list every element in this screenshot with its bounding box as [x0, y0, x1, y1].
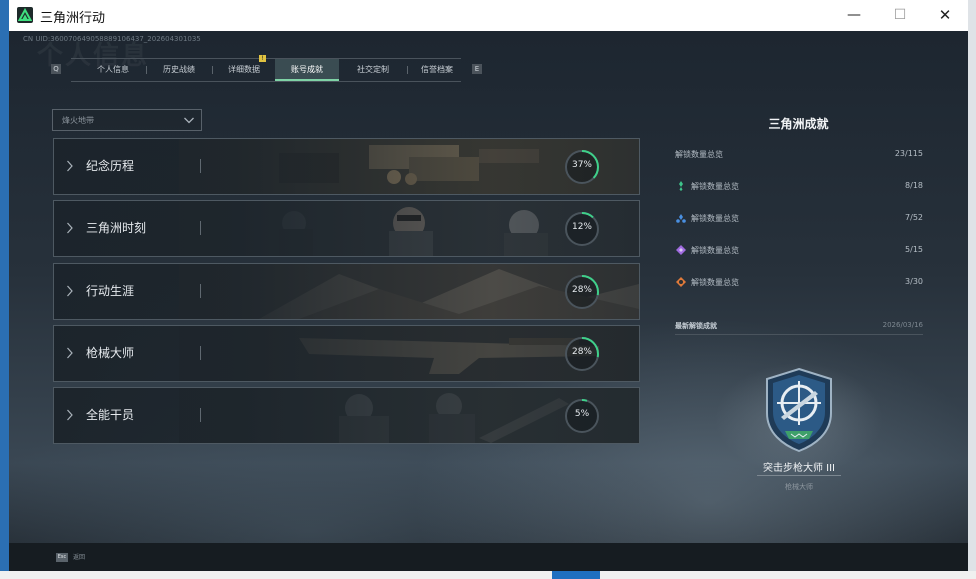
- category-row-delta-moments[interactable]: 三角洲时刻 12%: [53, 200, 640, 257]
- back-button-label[interactable]: 返回: [73, 553, 85, 562]
- category-unlock-label: 解锁数量总览: [691, 214, 739, 223]
- progress-text: 5%: [574, 409, 590, 419]
- purple-medal-icon: [676, 245, 686, 255]
- divider: [675, 334, 923, 335]
- category-unlock-value: 8/18: [905, 181, 923, 190]
- chevron-down-icon: [183, 112, 195, 131]
- row-divider: [200, 221, 201, 235]
- desktop-edge-bottom: [0, 571, 976, 579]
- tab-social[interactable]: 社交定制: [339, 59, 407, 81]
- row-divider: [200, 408, 201, 422]
- achievements-title: 三角洲成就: [768, 117, 829, 131]
- category-name: 纪念历程: [86, 159, 135, 173]
- divider: [757, 475, 841, 476]
- game-viewport: 个人信息 CN UID:360070649058889106437_202604…: [9, 31, 968, 571]
- app-logo-icon: [17, 7, 33, 23]
- window-title: 三角洲行动: [40, 11, 106, 26]
- row-overlay: [54, 388, 639, 443]
- minimize-button[interactable]: —: [831, 0, 877, 31]
- orange-medal-icon: [676, 277, 686, 287]
- category-name: 全能干员: [86, 408, 135, 422]
- filter-value: 烽火地带: [62, 116, 94, 125]
- tab-bar: 个人信息 历史战绩 详细数据 账号成就 社交定制 信誉档案: [71, 58, 461, 82]
- category-name: 枪械大师: [86, 346, 135, 360]
- latest-achievement-name: 突击步枪大师 III: [762, 463, 836, 474]
- desktop-edge-left: [0, 0, 9, 579]
- tab-history[interactable]: 历史战绩: [147, 59, 211, 81]
- green-medal-icon: [679, 181, 683, 191]
- row-overlay: [54, 326, 639, 381]
- category-unlock-value: 7/52: [905, 213, 923, 222]
- latest-achievement-category: 枪械大师: [785, 483, 813, 491]
- row-divider: [200, 346, 201, 360]
- category-unlock-label: 解锁数量总览: [691, 182, 739, 191]
- chevron-right-icon: [67, 347, 73, 359]
- maximize-button[interactable]: ☐: [877, 0, 923, 31]
- mode-filter-dropdown[interactable]: 烽火地带: [52, 109, 202, 131]
- row-divider: [200, 159, 201, 173]
- progress-text: 12%: [571, 222, 592, 232]
- desktop-edge-right: [968, 0, 976, 579]
- row-overlay: [54, 264, 639, 319]
- latest-unlock-label: 最新解锁成就: [675, 322, 717, 330]
- category-row-all-round-operator[interactable]: 全能干员 5%: [53, 387, 640, 444]
- tab-reputation[interactable]: 信誉档案: [408, 59, 466, 81]
- category-row-career[interactable]: 行动生涯 28%: [53, 263, 640, 320]
- nav-right-key[interactable]: E: [472, 64, 482, 74]
- row-overlay: [54, 139, 639, 194]
- category-name: 三角洲时刻: [86, 221, 147, 235]
- esc-key[interactable]: Esc: [56, 553, 68, 562]
- chevron-right-icon: [67, 409, 73, 421]
- total-unlocked-label: 解锁数量总览: [675, 150, 723, 159]
- category-unlock-value: 3/30: [905, 277, 923, 286]
- tab-detailed-data[interactable]: 详细数据: [213, 59, 275, 81]
- uid-text: CN UID:360070649058889106437_20260430103…: [23, 35, 201, 43]
- blue-medal-icon: [676, 214, 686, 223]
- category-row-weapon-master[interactable]: 枪械大师 28%: [53, 325, 640, 382]
- close-button[interactable]: ✕: [922, 0, 968, 31]
- latest-unlock-date: 2026/03/16: [882, 321, 923, 329]
- taskbar-item[interactable]: [552, 571, 600, 579]
- title-bar: 三角洲行动 — ☐ ✕: [9, 0, 968, 32]
- chevron-right-icon: [67, 222, 73, 234]
- chevron-right-icon: [67, 285, 73, 297]
- category-name: 行动生涯: [86, 284, 135, 298]
- category-unlock-label: 解锁数量总览: [691, 246, 739, 255]
- progress-text: 28%: [571, 347, 592, 357]
- achievement-badge-icon[interactable]: [759, 365, 839, 455]
- chevron-right-icon: [67, 160, 73, 172]
- category-unlock-label: 解锁数量总览: [691, 278, 739, 287]
- total-unlocked-value: 23/115: [894, 149, 923, 158]
- bottom-bar: [9, 543, 968, 571]
- category-unlock-value: 5/15: [905, 245, 923, 254]
- category-row-memorial[interactable]: 纪念历程 37%: [53, 138, 640, 195]
- nav-left-key[interactable]: Q: [51, 64, 61, 74]
- progress-text: 28%: [571, 285, 592, 295]
- notification-badge: !: [259, 55, 266, 62]
- tab-personal-info[interactable]: 个人信息: [81, 59, 145, 81]
- tab-achievements[interactable]: 账号成就: [275, 59, 339, 81]
- progress-text: 37%: [571, 160, 592, 170]
- game-window: 三角洲行动 — ☐ ✕ 个人信息 CN UID:3600706490588891…: [9, 0, 968, 571]
- row-divider: [200, 284, 201, 298]
